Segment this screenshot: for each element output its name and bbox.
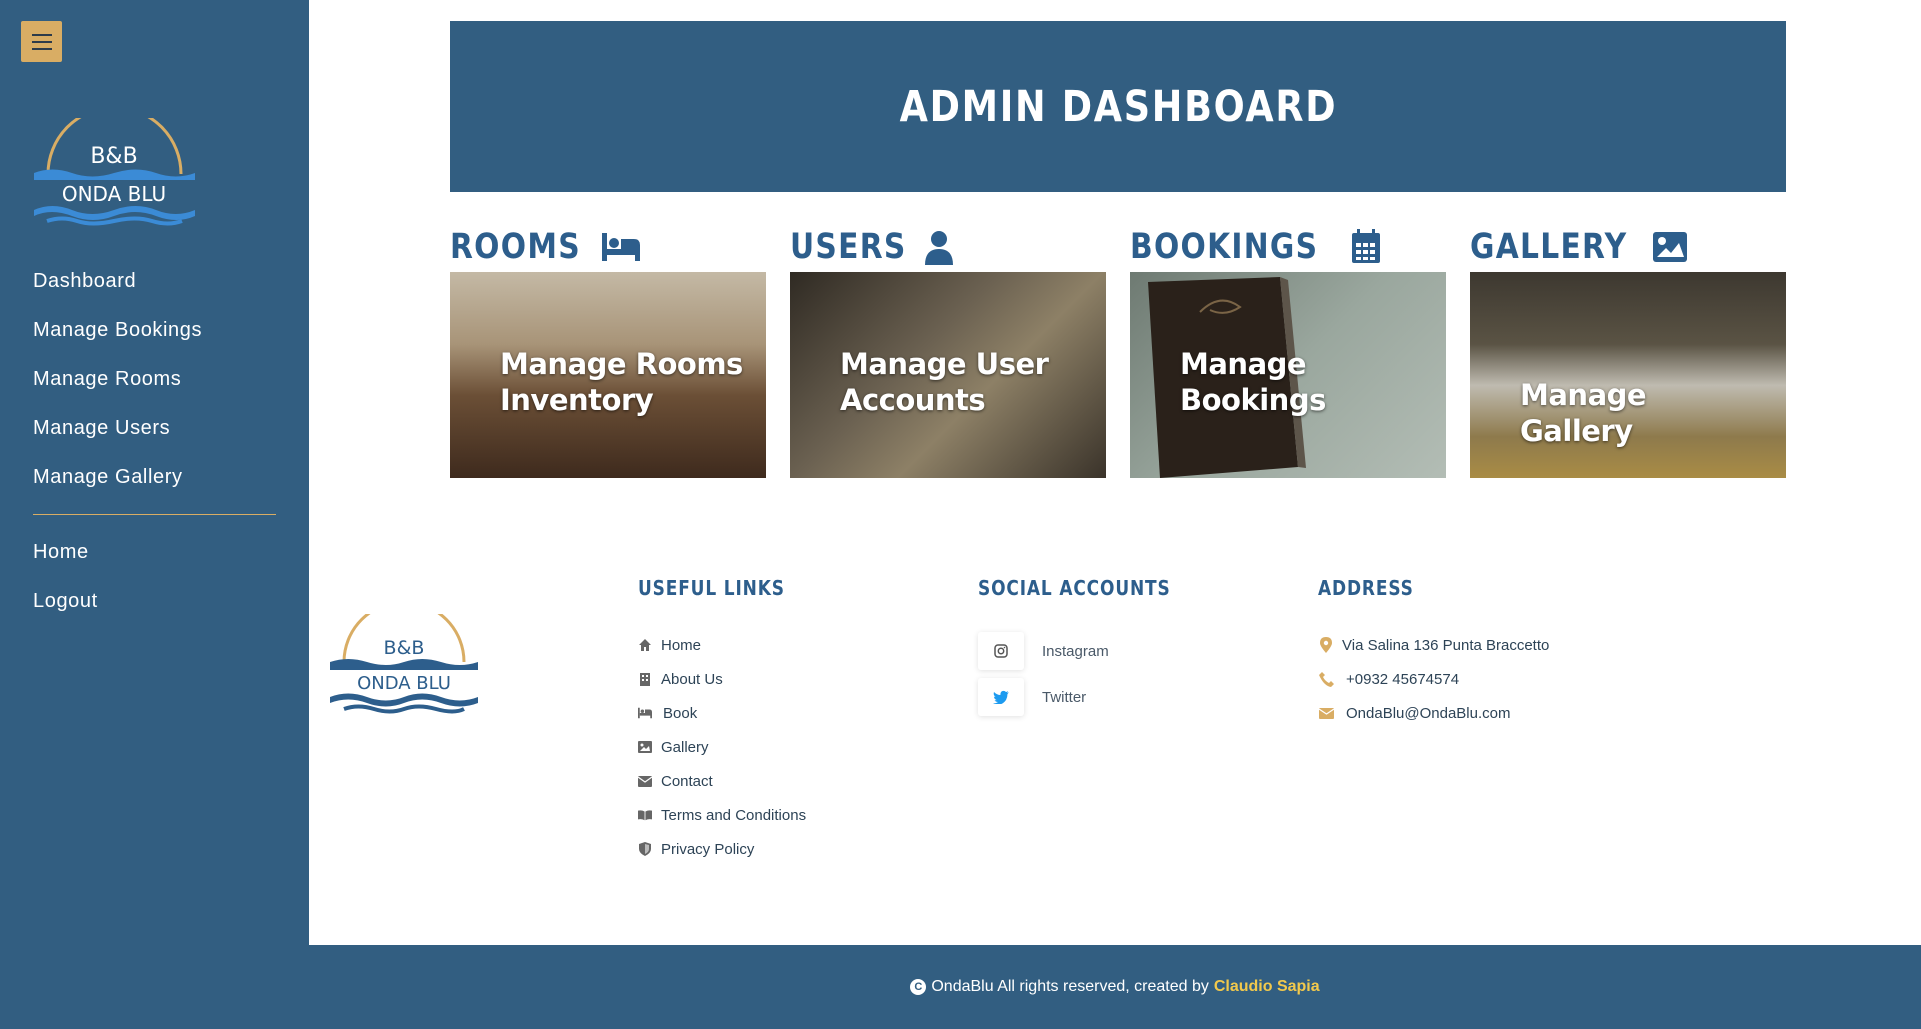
twitter-link[interactable]: Twitter [978, 674, 1205, 720]
street-text: Via Salina 136 Punta Braccetto [1342, 636, 1550, 654]
social-accounts-heading: SOCIAL ACCOUNTS [978, 576, 1171, 600]
sidebar-item-manage-gallery[interactable]: Manage Gallery [33, 462, 278, 511]
sidebar-item-home[interactable]: Home [33, 537, 278, 586]
copyright-bar: C OndaBlu All rights reserved, created b… [309, 945, 1921, 1029]
bed-icon [602, 233, 640, 261]
card-rooms: ROOMS Manage Rooms Inventory [450, 222, 766, 478]
user-icon [925, 231, 954, 265]
footer-link-about-us[interactable]: About Us [638, 662, 811, 696]
card-heading: USERS [790, 227, 907, 267]
copyright-icon: C [910, 979, 927, 995]
address-phone: +0932 45674574 [1318, 662, 1549, 696]
manage-users-card[interactable]: Manage User Accounts [790, 272, 1106, 478]
card-label: Manage Gallery [1520, 378, 1647, 449]
page-title: ADMIN DASHBOARD [899, 81, 1337, 132]
footer-link-label: Book [663, 704, 698, 722]
card-heading: BOOKINGS [1130, 227, 1319, 267]
card-title-rooms: ROOMS [450, 222, 766, 272]
address-email: OndaBlu@OndaBlu.com [1318, 696, 1549, 730]
image-icon [1653, 232, 1688, 262]
card-title-users: USERS [790, 222, 1106, 272]
sidebar-divider [33, 514, 276, 515]
map-marker-icon [1318, 637, 1334, 653]
image-icon [638, 740, 652, 754]
dashboard-cards: ROOMS Manage Rooms Inventory USERS Manag… [450, 222, 1786, 482]
sidebar-item-manage-users[interactable]: Manage Users [33, 413, 278, 462]
footer-link-label: Privacy Policy [661, 840, 755, 858]
social-label: Twitter [1042, 688, 1087, 706]
instagram-link[interactable]: Instagram [978, 628, 1205, 674]
envelope-icon [1318, 705, 1334, 721]
footer-link-label: About Us [661, 670, 723, 688]
building-icon [638, 672, 652, 686]
footer-link-label: Contact [661, 772, 713, 790]
footer-link-label: Gallery [661, 738, 709, 756]
sidebar-item-dashboard[interactable]: Dashboard [33, 266, 278, 315]
address-heading: ADDRESS [1318, 576, 1414, 600]
sidebar-item-manage-bookings[interactable]: Manage Bookings [33, 315, 278, 364]
card-gallery: GALLERY Manage Gallery [1470, 222, 1786, 478]
manage-bookings-card[interactable]: Manage Bookings [1130, 272, 1446, 478]
twitter-icon [978, 678, 1024, 716]
bed-icon [638, 706, 652, 720]
svg-text:ONDA BLU: ONDA BLU [357, 673, 451, 694]
card-title-gallery: GALLERY [1470, 222, 1786, 272]
footer-logo: B&B ONDA BLU [330, 614, 478, 714]
sidebar-item-logout[interactable]: Logout [33, 586, 278, 635]
sidebar: B&B ONDA BLU Dashboard Manage Bookings M… [0, 0, 309, 1029]
address-section: ADDRESS Via Salina 136 Punta Braccetto +… [1318, 576, 1549, 730]
card-label: Manage Rooms Inventory [500, 347, 743, 418]
footer-link-book[interactable]: Book [638, 696, 811, 730]
phone-icon [1318, 671, 1334, 687]
footer-link-terms[interactable]: Terms and Conditions [638, 798, 811, 832]
sidebar-item-manage-rooms[interactable]: Manage Rooms [33, 364, 278, 413]
book-open-icon [638, 808, 652, 822]
address-street: Via Salina 136 Punta Braccetto [1318, 628, 1549, 662]
card-heading: ROOMS [450, 227, 581, 267]
footer-link-gallery[interactable]: Gallery [638, 730, 811, 764]
footer-link-contact[interactable]: Contact [638, 764, 811, 798]
card-users: USERS Manage User Accounts [790, 222, 1106, 478]
bnb-onda-blu-logo: B&B ONDA BLU [34, 118, 195, 226]
manage-rooms-card[interactable]: Manage Rooms Inventory [450, 272, 766, 478]
author-link[interactable]: Claudio Sapia [1214, 978, 1320, 996]
calendar-icon [1351, 229, 1380, 263]
email-text: OndaBlu@OndaBlu.com [1346, 704, 1511, 722]
sidebar-nav: Dashboard Manage Bookings Manage Rooms M… [33, 266, 278, 635]
footer-link-privacy[interactable]: Privacy Policy [638, 832, 811, 866]
card-title-bookings: BOOKINGS [1130, 222, 1446, 272]
social-label: Instagram [1042, 642, 1109, 660]
useful-links-section: USEFUL LINKS Home About Us Book Gallery … [638, 576, 811, 866]
svg-text:B&B: B&B [384, 637, 425, 659]
hamburger-menu-button[interactable] [21, 21, 62, 62]
shield-icon [638, 842, 652, 856]
useful-links-heading: USEFUL LINKS [638, 576, 785, 600]
manage-gallery-card[interactable]: Manage Gallery [1470, 272, 1786, 478]
footer-link-label: Home [661, 636, 702, 654]
social-accounts-section: SOCIAL ACCOUNTS Instagram Twitter [978, 576, 1205, 720]
card-label: Manage Bookings [1180, 347, 1326, 418]
card-label: Manage User Accounts [840, 347, 1049, 418]
footer-link-label: Terms and Conditions [661, 806, 807, 824]
home-icon [638, 638, 652, 652]
svg-text:B&B: B&B [90, 144, 137, 169]
card-bookings: BOOKINGS Manage Bookings [1130, 222, 1446, 478]
card-heading: GALLERY [1470, 227, 1628, 267]
phone-text: +0932 45674574 [1346, 670, 1460, 688]
instagram-icon [978, 632, 1024, 670]
footer-link-home[interactable]: Home [638, 628, 811, 662]
envelope-icon [638, 774, 652, 788]
svg-text:ONDA BLU: ONDA BLU [62, 182, 166, 206]
copyright-text: OndaBlu All rights reserved, created by [931, 978, 1209, 995]
dashboard-header: ADMIN DASHBOARD [450, 21, 1786, 192]
